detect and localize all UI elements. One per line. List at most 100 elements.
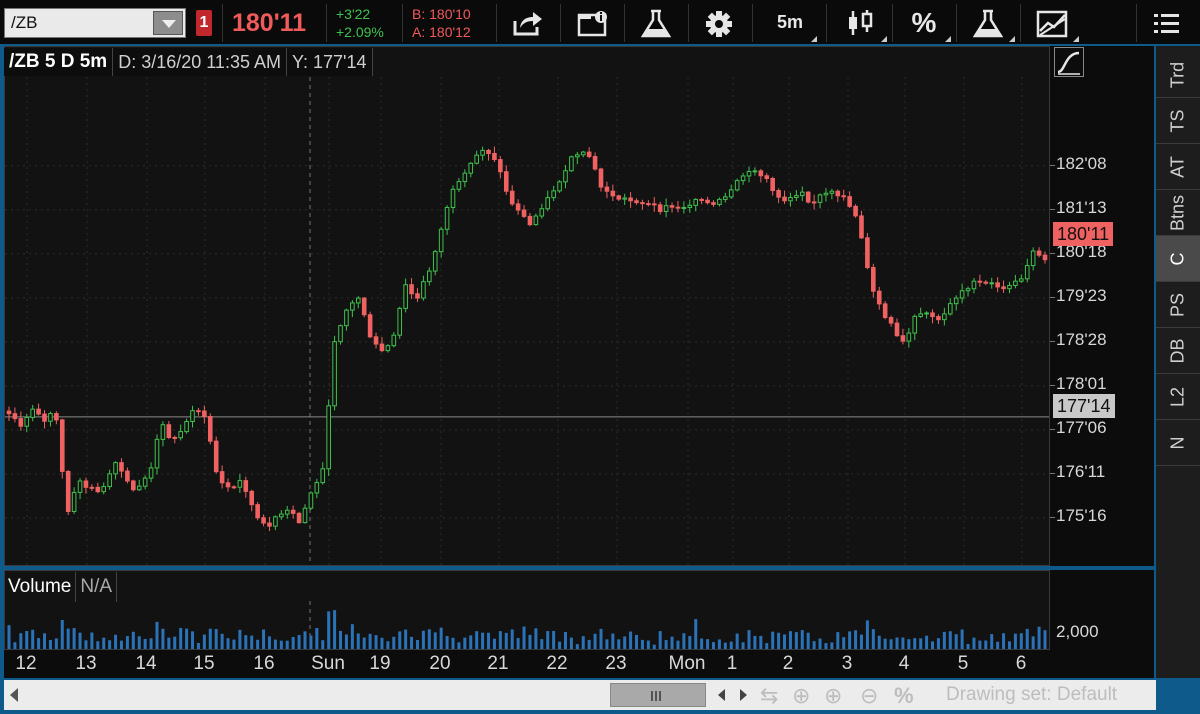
zoom-in-icon[interactable]: ⊕ bbox=[824, 683, 842, 709]
volume-bar bbox=[1013, 633, 1017, 649]
side-tab-l2[interactable]: L2 bbox=[1156, 374, 1200, 420]
candle bbox=[539, 203, 545, 219]
horizontal-scrollbar-thumb[interactable] bbox=[610, 683, 706, 707]
volume-bar bbox=[321, 640, 325, 649]
candle bbox=[190, 405, 195, 428]
candle-body bbox=[498, 159, 503, 173]
candle bbox=[794, 190, 799, 202]
candle-body bbox=[474, 154, 479, 164]
volume-bar bbox=[605, 639, 609, 649]
candle-body bbox=[847, 196, 852, 207]
symbol-dropdown-button[interactable] bbox=[153, 11, 183, 35]
candle bbox=[373, 332, 379, 349]
candle-body bbox=[1030, 250, 1036, 267]
drawings-button[interactable] bbox=[1022, 0, 1082, 46]
share-button[interactable] bbox=[498, 0, 558, 46]
symbol-input[interactable]: /ZB bbox=[11, 13, 37, 33]
chart-style-button[interactable] bbox=[830, 0, 890, 46]
candle bbox=[841, 189, 847, 201]
volume-bar bbox=[374, 635, 378, 649]
crosshair-icon[interactable]: ⊕ bbox=[792, 683, 810, 709]
scroll-left-arrow-icon[interactable] bbox=[10, 688, 18, 702]
candle-body bbox=[1013, 280, 1018, 286]
volume-bar bbox=[498, 631, 502, 649]
side-tab-db[interactable]: DB bbox=[1156, 328, 1200, 374]
menu-button[interactable] bbox=[1140, 0, 1200, 46]
candle bbox=[444, 205, 450, 235]
side-tab-c[interactable]: C bbox=[1156, 236, 1200, 282]
candle bbox=[752, 167, 758, 176]
candle-body bbox=[628, 197, 633, 202]
chart-style-toggle[interactable] bbox=[1054, 47, 1084, 77]
volume-label[interactable]: Volume bbox=[4, 572, 77, 602]
time-axis[interactable]: 12 13 14 15 16 Sun 19 20 21 22 23 Mon 1 2 3 4 5 6 bbox=[4, 650, 1154, 678]
share-icon bbox=[513, 12, 542, 36]
strategies-button[interactable] bbox=[958, 0, 1018, 46]
candle bbox=[397, 306, 403, 339]
toolbar-divider bbox=[222, 4, 223, 42]
candle-body bbox=[509, 190, 515, 205]
symbol-selector[interactable]: /ZB bbox=[4, 8, 186, 38]
candle-body bbox=[166, 424, 172, 438]
side-tab-ts[interactable]: TS bbox=[1156, 98, 1200, 144]
scroll-step-right-icon[interactable] bbox=[740, 689, 747, 701]
drawing-set-selector[interactable]: Drawing set: Default bbox=[946, 684, 1117, 706]
side-tab-n[interactable]: N bbox=[1156, 420, 1200, 466]
settings-button[interactable] bbox=[690, 0, 750, 46]
studies-button[interactable] bbox=[626, 0, 686, 46]
volume-bar bbox=[528, 634, 532, 649]
side-tab-btns[interactable]: Btns bbox=[1156, 190, 1200, 236]
top-toolbar: /ZB 1 180'11 +3'22 +2.09% B: 180'10 A: 1… bbox=[0, 0, 1200, 46]
price-axis[interactable]: 182'08 181'13 180'18 179'23 178'28 178'01 177'… bbox=[1050, 46, 1154, 566]
candle bbox=[249, 489, 255, 512]
candle bbox=[527, 212, 533, 227]
ask-price: A: 180'12 bbox=[412, 24, 471, 40]
candle bbox=[865, 232, 870, 270]
candle-body bbox=[83, 480, 89, 488]
time-axis-label: Mon bbox=[668, 653, 706, 674]
expand-horizontal-icon[interactable]: ⇆ bbox=[760, 683, 778, 709]
symbol-link-badge[interactable]: 1 bbox=[196, 10, 212, 36]
candle-body bbox=[42, 413, 47, 422]
volume-bar bbox=[19, 633, 23, 649]
volume-bar bbox=[291, 637, 295, 649]
volume-bar bbox=[415, 639, 419, 649]
candle-body bbox=[764, 175, 770, 179]
candle-body bbox=[782, 196, 787, 202]
cursor-price-tag: 177'14 bbox=[1053, 394, 1115, 418]
candle-body bbox=[563, 170, 568, 183]
side-tab-ps[interactable]: PS bbox=[1156, 282, 1200, 328]
volume-panel[interactable] bbox=[4, 570, 1050, 650]
chart-symbol-description[interactable]: /ZB 5 D 5m bbox=[4, 48, 114, 76]
volume-bar bbox=[883, 638, 887, 649]
candle-body bbox=[438, 228, 444, 253]
candle-body bbox=[415, 293, 420, 299]
corner-arrow-icon bbox=[1073, 36, 1079, 42]
toolbar-divider bbox=[496, 4, 497, 42]
percent-zoom-icon[interactable]: % bbox=[894, 683, 914, 709]
candle-body bbox=[30, 408, 35, 418]
candle-body bbox=[734, 180, 740, 191]
volume-bar bbox=[173, 636, 177, 649]
chart-info-button[interactable] bbox=[562, 0, 622, 46]
candle bbox=[616, 194, 622, 201]
candlestick-chart[interactable] bbox=[5, 47, 1049, 565]
percent-view-button[interactable]: % bbox=[894, 0, 954, 46]
side-tab-at[interactable]: AT bbox=[1156, 144, 1200, 190]
candle bbox=[515, 199, 521, 215]
timeframe-button[interactable]: 5m bbox=[760, 0, 820, 46]
side-tab-trd[interactable]: Trd bbox=[1156, 52, 1200, 98]
volume-bars bbox=[7, 610, 1047, 649]
candle-body bbox=[983, 281, 989, 284]
candle-body bbox=[409, 284, 414, 295]
candle bbox=[154, 434, 160, 475]
candle bbox=[782, 190, 787, 205]
price-chart-panel[interactable] bbox=[4, 46, 1050, 566]
scroll-step-left-icon[interactable] bbox=[718, 689, 725, 701]
price-axis-label: 177'06 bbox=[1056, 417, 1107, 437]
volume-bar bbox=[60, 620, 64, 649]
candle-body bbox=[456, 181, 462, 190]
volume-bar bbox=[848, 631, 852, 649]
zoom-out-icon[interactable]: ⊖ bbox=[860, 683, 878, 709]
toolbar-divider bbox=[752, 4, 753, 42]
